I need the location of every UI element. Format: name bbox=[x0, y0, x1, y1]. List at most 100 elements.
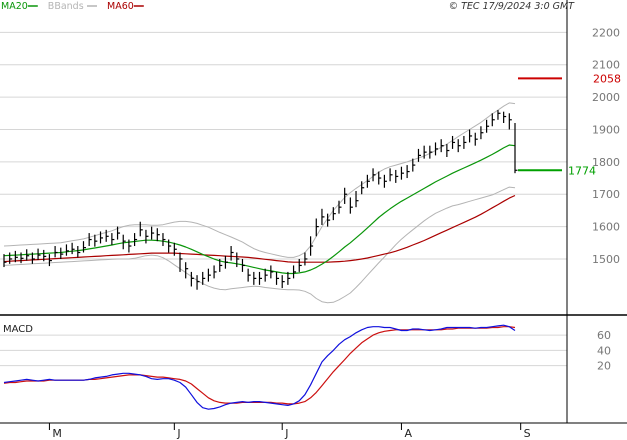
price-bar bbox=[434, 142, 439, 156]
price-bar bbox=[71, 242, 75, 255]
stock-chart: 1500 1600 1700 1800 1900 2000 2100 2200 20 40 60 20… bbox=[0, 0, 627, 440]
price-bar bbox=[349, 197, 353, 214]
macd-line bbox=[3, 324, 516, 410]
macd-panel-title: MACD bbox=[3, 324, 33, 335]
price-bar bbox=[474, 132, 478, 146]
legend-label-bbands: BBands bbox=[48, 1, 84, 12]
price-bar bbox=[88, 233, 92, 247]
price-bars bbox=[3, 110, 518, 290]
labels: 1500 1600 1700 1800 1900 2000 2100 2200 20 40 60 20… bbox=[1, 1, 621, 440]
price-bar bbox=[270, 265, 274, 279]
chart-canvas: 1500 1600 1700 1800 1900 2000 2100 2200 20 40 60 20… bbox=[0, 0, 627, 440]
price-bar bbox=[168, 239, 172, 253]
price-bar bbox=[82, 241, 86, 253]
macd-tick-label: 40 bbox=[597, 344, 611, 357]
price-bar bbox=[151, 226, 155, 240]
price-bar bbox=[457, 139, 461, 153]
price-bar bbox=[383, 174, 387, 188]
price-bar bbox=[185, 262, 189, 279]
price-bar bbox=[355, 190, 359, 208]
price-bar bbox=[196, 275, 200, 290]
resistance-level-label: 2058 bbox=[593, 72, 621, 85]
last-level-label: 1774 bbox=[568, 164, 596, 177]
price-bar bbox=[94, 234, 98, 247]
price-tick-label: 2100 bbox=[592, 59, 620, 72]
legend-label-ma60: MA60 bbox=[107, 1, 134, 12]
macd-tick-label: 20 bbox=[597, 360, 611, 373]
price-bar bbox=[321, 208, 325, 225]
price-bar bbox=[202, 271, 206, 285]
price-bar bbox=[241, 258, 245, 272]
ma20-line bbox=[3, 144, 516, 275]
ma60-line bbox=[3, 194, 516, 263]
price-tick-label: 1500 bbox=[592, 253, 620, 266]
price-bar bbox=[139, 221, 143, 237]
price-bar bbox=[275, 271, 280, 285]
price-bar bbox=[366, 174, 370, 188]
price-bar bbox=[224, 255, 228, 269]
month-label: M bbox=[52, 427, 62, 440]
price-bar bbox=[446, 144, 450, 157]
price-bar bbox=[145, 229, 149, 244]
price-bar bbox=[258, 271, 262, 285]
price-bar bbox=[451, 135, 456, 149]
price-bar bbox=[440, 139, 444, 153]
macd-panel bbox=[3, 324, 516, 410]
price-bar bbox=[230, 246, 234, 261]
price-bar bbox=[162, 233, 166, 247]
price-bar bbox=[480, 126, 484, 140]
copyright-text: © TEC 17/9/2024 3:0 GMT bbox=[449, 1, 576, 12]
price-bar bbox=[389, 168, 393, 182]
macd-tick-label: 60 bbox=[597, 329, 611, 342]
price-bar bbox=[429, 145, 433, 159]
price-bar bbox=[281, 275, 285, 289]
month-label: J bbox=[176, 427, 180, 440]
price-bar bbox=[247, 268, 251, 282]
bband-lower-line bbox=[3, 186, 516, 304]
price-bar bbox=[508, 113, 512, 130]
price-bar bbox=[503, 111, 507, 124]
month-label: A bbox=[404, 427, 412, 440]
month-label: S bbox=[524, 427, 531, 440]
price-bar bbox=[298, 258, 302, 272]
price-bar bbox=[156, 228, 160, 242]
price-bar bbox=[417, 148, 421, 162]
price-bar bbox=[65, 244, 69, 256]
price-bar bbox=[111, 233, 115, 246]
price-bar bbox=[133, 233, 138, 247]
price-bar bbox=[412, 158, 416, 172]
price-bar bbox=[190, 271, 194, 287]
price-bar bbox=[77, 246, 81, 258]
price-bar bbox=[207, 268, 211, 282]
price-bar bbox=[406, 165, 410, 179]
price-bar bbox=[372, 168, 376, 182]
price-bar bbox=[400, 166, 404, 180]
price-bar bbox=[395, 169, 399, 183]
price-bar bbox=[213, 265, 217, 279]
price-bar bbox=[60, 247, 64, 259]
month-label: J bbox=[284, 427, 288, 440]
price-bar bbox=[423, 145, 427, 159]
price-tick-label: 1600 bbox=[592, 221, 620, 234]
price-bar bbox=[378, 171, 382, 185]
price-bar bbox=[48, 254, 52, 267]
price-bar bbox=[463, 135, 467, 149]
price-bar bbox=[310, 236, 314, 256]
price-bar bbox=[514, 123, 518, 174]
legend: MA20 BBands MA60 bbox=[1, 1, 144, 12]
moving-averages bbox=[3, 144, 516, 275]
price-tick-label: 1900 bbox=[592, 123, 620, 136]
price-tick-label: 1700 bbox=[592, 188, 620, 201]
price-bar bbox=[304, 252, 308, 266]
price-tick-label: 2200 bbox=[592, 26, 620, 39]
price-bar bbox=[486, 119, 490, 133]
legend-label-ma20: MA20 bbox=[1, 1, 28, 12]
price-bar bbox=[54, 246, 58, 258]
price-bar bbox=[468, 129, 473, 143]
price-bar bbox=[292, 265, 297, 279]
price-bar bbox=[491, 113, 495, 127]
price-bar bbox=[9, 252, 13, 264]
price-bar bbox=[497, 110, 501, 120]
price-tick-label: 2000 bbox=[592, 91, 620, 104]
price-tick-label: 1800 bbox=[592, 156, 620, 169]
